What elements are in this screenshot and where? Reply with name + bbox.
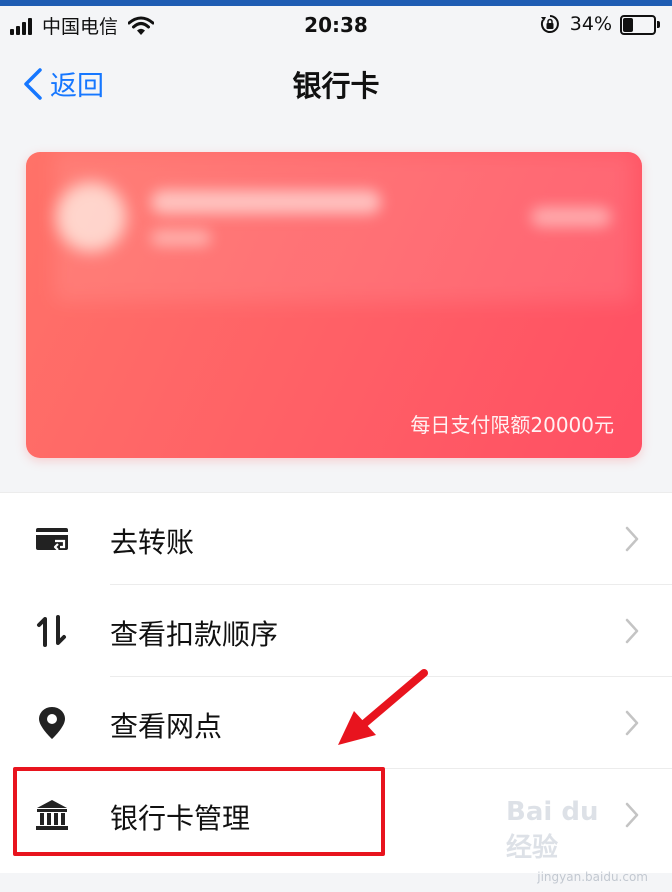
navigation-bar: 返回 银行卡 bbox=[0, 48, 672, 122]
menu-item-label: 去转账 bbox=[110, 526, 195, 559]
location-pin-icon bbox=[39, 707, 65, 739]
bank-logo-blurred bbox=[56, 182, 126, 252]
rotation-lock-icon bbox=[540, 15, 559, 33]
bank-name-blurred bbox=[151, 190, 381, 214]
watermark-brand: Bai du 经验 bbox=[506, 797, 599, 863]
menu-item-label: 查看扣款顺序 bbox=[110, 618, 279, 651]
page-title: 银行卡 bbox=[292, 69, 380, 103]
highlight-box bbox=[13, 767, 385, 856]
wallet-transfer-icon bbox=[36, 528, 68, 551]
status-bar: 中国电信 20:38 34% bbox=[0, 6, 672, 48]
card-number-blurred bbox=[531, 207, 611, 227]
bank-card[interactable]: 每日支付限额20000元 bbox=[26, 152, 642, 458]
menu-item-label: 查看网点 bbox=[110, 710, 223, 743]
card-type-blurred bbox=[151, 230, 211, 246]
chevron-right-icon bbox=[625, 526, 639, 552]
baidu-watermark: Bai du 经验 jingyan.baidu.com bbox=[506, 797, 666, 886]
chevron-right-icon bbox=[625, 710, 639, 736]
watermark-url: jingyan.baidu.com bbox=[537, 870, 648, 884]
red-arrow-annotation bbox=[338, 669, 428, 745]
battery-icon bbox=[620, 15, 660, 35]
card-blurred-area bbox=[54, 152, 634, 302]
daily-limit-text: 每日支付限额20000元 bbox=[410, 413, 614, 437]
chevron-right-icon bbox=[625, 618, 639, 644]
menu-item-payment-order[interactable]: 查看扣款顺序 bbox=[0, 585, 672, 677]
menu-item-transfer[interactable]: 去转账 bbox=[0, 493, 672, 585]
battery-percent: 34% bbox=[569, 13, 612, 35]
sort-order-icon bbox=[37, 615, 66, 647]
status-right: 34% bbox=[540, 13, 660, 35]
